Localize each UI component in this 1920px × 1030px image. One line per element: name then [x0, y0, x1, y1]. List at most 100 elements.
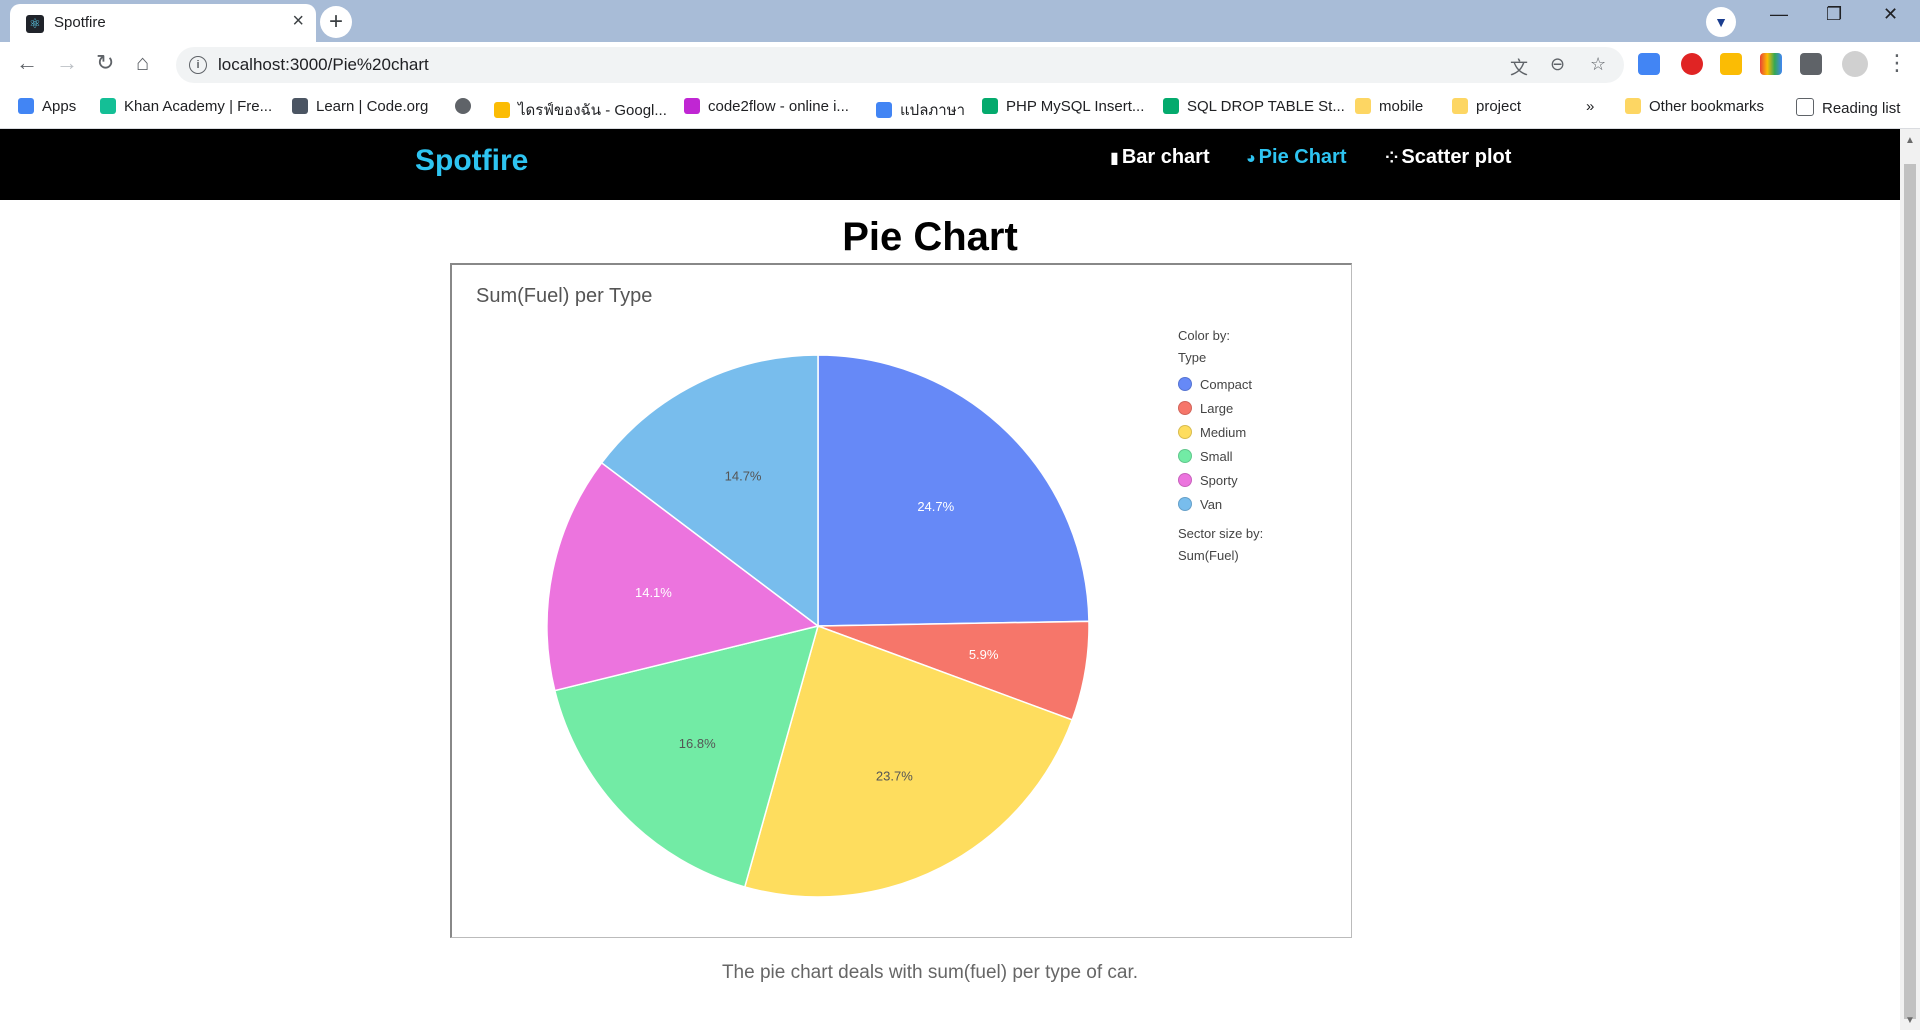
- bookmark-item[interactable]: project: [1452, 98, 1521, 115]
- pie-slice-compact[interactable]: [817, 354, 1090, 627]
- legend-label: Van: [1200, 497, 1223, 512]
- bookmark-icon: [18, 98, 34, 114]
- bookmark-icon: [982, 98, 998, 114]
- new-tab-button[interactable]: +: [320, 6, 352, 38]
- bookmark-label: Learn | Code.org: [316, 98, 429, 115]
- bookmark-item[interactable]: PHP MySQL Insert...: [982, 98, 1144, 115]
- pie-slice-label: 14.1%: [635, 585, 672, 600]
- tab-search-icon[interactable]: ▼: [1706, 7, 1736, 37]
- browser-tab[interactable]: ⚛ Spotfire ×: [10, 4, 316, 42]
- bookmark-icon: [455, 98, 471, 114]
- bookmark-label: project: [1476, 98, 1522, 115]
- bookmark-icon: [1163, 98, 1179, 114]
- page-title: Pie Chart: [842, 215, 1018, 259]
- bookmark-item[interactable]: Khan Academy | Fre...: [100, 98, 272, 115]
- bookmark-item[interactable]: แปลภาษา: [876, 98, 965, 122]
- legend-label: Sporty: [1200, 473, 1238, 488]
- bookmark-icon: [1452, 98, 1468, 114]
- chart-container: 24.7% 5.9% 23.7% 16.8% 14.1% 14.7% Sum(Fuel) …: [450, 263, 1352, 938]
- mcafee-extension-icon[interactable]: [1681, 53, 1703, 75]
- site-info-icon[interactable]: i: [189, 56, 207, 74]
- reading-list-label: Reading list: [1822, 100, 1901, 117]
- bookmark-label: Apps: [42, 98, 77, 115]
- nav-bar-chart[interactable]: ▮ Bar chart: [1110, 146, 1210, 169]
- legend-color-by-label: Color by:: [1178, 328, 1231, 343]
- legend-label: Large: [1200, 401, 1234, 416]
- pie-slice-label: 23.7%: [876, 769, 913, 784]
- bookmark-item[interactable]: Learn | Code.org: [292, 98, 428, 115]
- scroll-up-icon[interactable]: ▲: [1905, 135, 1915, 146]
- extensions-puzzle-icon[interactable]: [1800, 53, 1822, 75]
- legend-swatch: [1178, 497, 1192, 511]
- nav-pie-chart-label: Pie Chart: [1258, 146, 1347, 168]
- scroll-thumb[interactable]: [1904, 164, 1916, 1019]
- home-icon[interactable]: ⌂: [136, 50, 149, 76]
- bookmark-icon: [100, 98, 116, 114]
- pie-slice-label: 14.7%: [725, 469, 762, 484]
- bookmark-label: SQL DROP TABLE St...: [1187, 98, 1345, 115]
- nav-bar-chart-label: Bar chart: [1121, 146, 1210, 168]
- tab-close-icon[interactable]: ×: [292, 10, 304, 33]
- zoom-extension-icon[interactable]: [1720, 53, 1742, 75]
- bookmark-item[interactable]: [455, 98, 479, 115]
- minimize-icon[interactable]: —: [1770, 4, 1788, 25]
- legend-color-by-value: Type: [1178, 350, 1207, 365]
- other-bookmarks[interactable]: Other bookmarks: [1625, 98, 1764, 115]
- profile-avatar[interactable]: [1842, 51, 1868, 77]
- bookmark-label: แปลภาษา: [900, 102, 966, 119]
- browser-titlebar: ⚛ Spotfire × + ▼ — ❐ ✕: [0, 0, 1920, 42]
- more-bookmarks-icon[interactable]: »: [1586, 98, 1594, 115]
- zoom-icon[interactable]: ⊖: [1550, 54, 1565, 75]
- legend-item[interactable]: Small: [1178, 445, 1263, 469]
- google-translate-extension-icon[interactable]: [1638, 53, 1660, 75]
- bookmark-icon: [1355, 98, 1371, 114]
- folder-icon: [1625, 98, 1641, 114]
- chart-legend: Color by: Type Compact Large Medium Small Sp…: [1178, 325, 1263, 567]
- legend-swatch: [1178, 473, 1192, 487]
- close-window-icon[interactable]: ✕: [1883, 4, 1898, 25]
- pie-slice-label: 16.8%: [679, 736, 716, 751]
- bookmark-item[interactable]: SQL DROP TABLE St...: [1163, 98, 1345, 115]
- legend-item[interactable]: Van: [1178, 493, 1263, 517]
- restore-icon[interactable]: ❐: [1826, 4, 1842, 25]
- scatter-plot-icon: ⁘: [1385, 150, 1399, 167]
- nav-scatter-plot[interactable]: ⁘ Scatter plot: [1385, 146, 1511, 169]
- legend-item[interactable]: Compact: [1178, 373, 1263, 397]
- address-bar[interactable]: i localhost:3000/Pie%20chart 文 ⊖ ☆: [176, 47, 1624, 83]
- page-content: Spotfire ▮ Bar chart ◕ Pie Chart ⁘ Scatter …: [0, 129, 1900, 1030]
- bookmark-icon: [876, 102, 892, 118]
- scroll-down-icon[interactable]: ▼: [1905, 1015, 1915, 1026]
- reload-icon[interactable]: ↻: [96, 50, 114, 76]
- bookmark-icon: [494, 102, 510, 118]
- bookmark-label: PHP MySQL Insert...: [1006, 98, 1145, 115]
- menu-kebab-icon[interactable]: ⋮: [1886, 50, 1908, 76]
- bookmark-label: mobile: [1379, 98, 1424, 115]
- legend-item[interactable]: Sporty: [1178, 469, 1263, 493]
- app-navbar: Spotfire ▮ Bar chart ◕ Pie Chart ⁘ Scatter …: [0, 129, 1900, 200]
- legend-swatch: [1178, 377, 1192, 391]
- legend-item[interactable]: Medium: [1178, 421, 1263, 445]
- color-extension-icon[interactable]: [1760, 53, 1782, 75]
- legend-label: Medium: [1200, 425, 1247, 440]
- translate-icon[interactable]: 文: [1510, 54, 1528, 80]
- legend-swatch: [1178, 449, 1192, 463]
- page-scrollbar[interactable]: ▲ ▼: [1900, 129, 1920, 1030]
- bookmark-item[interactable]: code2flow - online i...: [684, 98, 849, 115]
- bookmark-star-icon[interactable]: ☆: [1590, 54, 1606, 75]
- bar-chart-icon: ▮: [1110, 150, 1119, 167]
- pie-chart-icon: ◕: [1246, 150, 1256, 167]
- bookmark-item[interactable]: Apps: [18, 98, 76, 115]
- nav-pie-chart[interactable]: ◕ Pie Chart: [1246, 146, 1346, 169]
- bookmark-label: Khan Academy | Fre...: [124, 98, 273, 115]
- back-icon[interactable]: ←: [16, 50, 38, 76]
- legend-item[interactable]: Large: [1178, 397, 1263, 421]
- bookmark-item[interactable]: mobile: [1355, 98, 1423, 115]
- brand-logo[interactable]: Spotfire: [415, 144, 528, 178]
- other-bookmarks-label: Other bookmarks: [1649, 98, 1765, 115]
- bookmark-item[interactable]: ไดรฟ์ของฉัน - Googl...: [494, 98, 667, 122]
- legend-label: Compact: [1200, 377, 1253, 392]
- bookmark-icon: [684, 98, 700, 114]
- forward-icon[interactable]: →: [56, 50, 78, 76]
- legend-sector-size-value: Sum(Fuel): [1178, 548, 1239, 563]
- reading-list[interactable]: Reading list: [1796, 98, 1900, 117]
